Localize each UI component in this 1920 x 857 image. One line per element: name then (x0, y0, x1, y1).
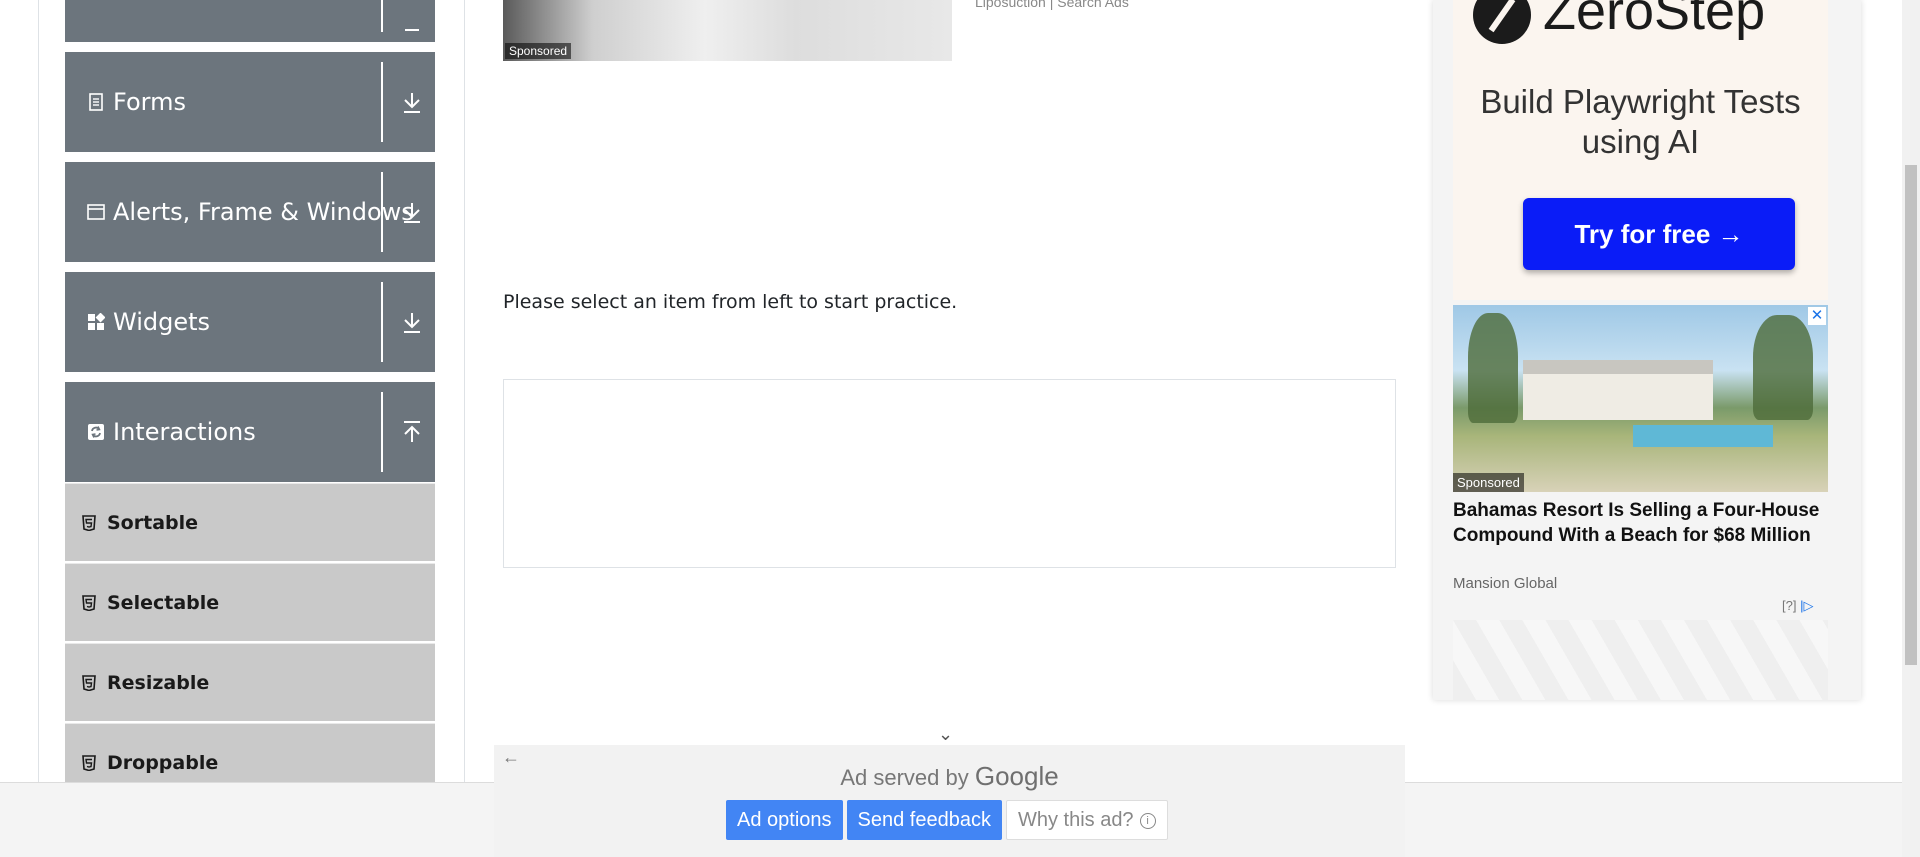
group-separator (381, 172, 383, 252)
sidebar-group-widgets[interactable]: Widgets (65, 272, 435, 372)
palm-tree (1753, 315, 1813, 420)
why-this-ad-button[interactable]: Why this ad? i (1005, 800, 1168, 840)
ad-feedback-buttons: Ad options Send feedback Why this ad? i (726, 800, 1172, 840)
why-this-ad-label: Why this ad? (1017, 809, 1134, 831)
page: Forms Alerts, Frame & Windows Widgets In… (0, 0, 1920, 857)
html5-icon (82, 514, 96, 531)
scrollbar[interactable] (1902, 0, 1920, 857)
bahamas-ad-title[interactable]: Bahamas Resort Is Selling a Four-House C… (1453, 498, 1833, 548)
group-separator (381, 282, 383, 362)
left-column-divider (464, 0, 465, 782)
pool (1633, 425, 1773, 447)
ad-options-button[interactable]: Ad options (726, 800, 843, 840)
sidebar-group-label: Alerts, Frame & Windows (113, 198, 414, 226)
send-feedback-button[interactable]: Send feedback (846, 800, 1002, 840)
chevron-down-icon[interactable]: ⌄ (938, 724, 953, 745)
zerostep-logo-icon (1473, 0, 1531, 44)
top-ad-image[interactable]: Sponsored (503, 0, 952, 61)
group-separator (381, 62, 383, 142)
try-for-free-button[interactable]: Try for free → (1523, 198, 1795, 270)
sidebar-item-selectable[interactable]: Selectable (65, 563, 435, 641)
html5-icon (82, 674, 96, 691)
adchoices-icon[interactable]: |▷ (1800, 598, 1813, 613)
sidebar-group-top[interactable] (65, 0, 435, 42)
group-separator (381, 0, 383, 32)
scrollbar-thumb[interactable] (1905, 165, 1917, 665)
zerostep-logo: ZeroStep (1473, 0, 1765, 44)
right-ad-container: ZeroStep Build Playwright Tests using AI… (1433, 0, 1861, 700)
info-icon: i (1139, 812, 1156, 829)
group-separator (381, 392, 383, 472)
ad-help-link[interactable]: [?] (1782, 598, 1796, 613)
top-ad-source[interactable]: Liposuction | Search Ads (975, 0, 1129, 10)
close-icon[interactable]: ✕ (1808, 307, 1826, 325)
bahamas-ad-image[interactable]: Sponsored ✕ (1453, 305, 1828, 492)
window-icon (87, 204, 105, 220)
google-ad-panel: ← Ad served by Google Ad options Send fee… (494, 745, 1405, 857)
bahamas-ad-source[interactable]: Mansion Global (1453, 575, 1557, 592)
practice-area (503, 379, 1396, 568)
sidebar-item-sortable[interactable]: Sortable (65, 483, 435, 561)
sidebar-group-forms[interactable]: Forms (65, 52, 435, 152)
html5-icon (82, 594, 96, 611)
widgets-icon (88, 313, 105, 330)
ad-served-by: Ad served by Google (494, 761, 1405, 792)
sidebar-group-alerts[interactable]: Alerts, Frame & Windows (65, 162, 435, 262)
sync-icon (88, 424, 104, 440)
upload-arrow-icon (404, 421, 420, 442)
sidebar-group-interactions[interactable]: Interactions (65, 382, 435, 482)
sidebar-group-label: Interactions (113, 418, 256, 446)
document-icon (89, 93, 103, 111)
ad-info[interactable]: [?] |▷ (1782, 598, 1813, 613)
sidebar-item-label: Selectable (107, 591, 220, 614)
sidebar-group-label: Widgets (113, 308, 211, 336)
zerostep-headline: Build Playwright Tests using AI (1480, 83, 1801, 160)
html5-icon (82, 754, 96, 771)
download-arrow-icon (404, 203, 420, 223)
sidebar-item-label: Sortable (107, 511, 199, 534)
sponsored-label: Sponsored (1453, 473, 1524, 492)
download-arrow-icon (404, 93, 420, 113)
sponsored-label: Sponsored (505, 43, 572, 59)
sidebar-item-label: Resizable (107, 671, 210, 694)
zerostep-brand: ZeroStep (1543, 0, 1766, 41)
sidebar-item-label: Droppable (107, 751, 219, 774)
practice-instruction: Please select an item from left to start… (503, 291, 958, 313)
left-column-border (38, 0, 39, 782)
google-logo: Google (974, 761, 1059, 791)
served-by-text: Ad served by (840, 765, 969, 790)
zerostep-ad[interactable]: ZeroStep Build Playwright Tests using AI… (1453, 0, 1828, 300)
download-arrow-icon (404, 313, 420, 333)
resort-house (1523, 360, 1713, 420)
ad-background-pattern (1453, 620, 1828, 700)
sidebar-group-label: Forms (113, 88, 186, 116)
sidebar-item-resizable[interactable]: Resizable (65, 643, 435, 721)
chevron-down-icon (405, 29, 419, 31)
palm-tree (1468, 313, 1518, 423)
